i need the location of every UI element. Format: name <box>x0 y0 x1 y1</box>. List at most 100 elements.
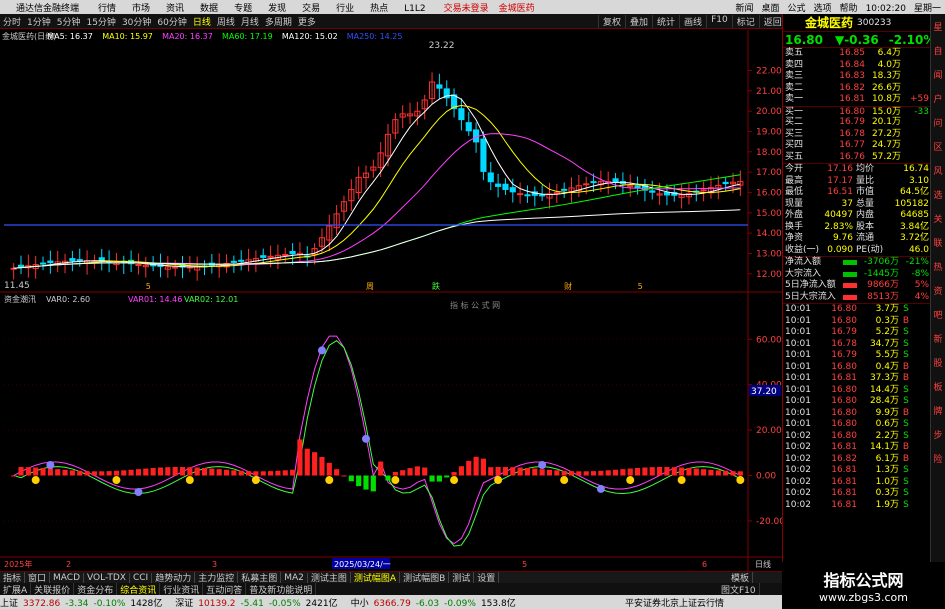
stat-row: 今开 17.16 均价 16.74 <box>783 164 930 176</box>
side-tool-icon[interactable]: 自 <box>931 38 945 62</box>
info-tab[interactable]: 关联报价 <box>31 583 75 595</box>
side-tool-icon[interactable]: 新 <box>931 326 945 350</box>
info-tab[interactable]: 互动问答 <box>203 583 247 595</box>
menu-item[interactable]: 市场 <box>132 4 150 14</box>
side-tool-icon[interactable]: 区 <box>931 134 945 158</box>
histogram-bar <box>539 469 545 476</box>
book-row[interactable]: 买三 16.78 27.2万 <box>783 129 930 141</box>
indicator-tab[interactable]: 测试幅图A <box>351 572 401 583</box>
indicator-tab[interactable]: MACD <box>50 572 85 583</box>
menu-item[interactable]: 行业 <box>336 4 354 14</box>
histogram-bar <box>231 470 237 476</box>
period-tab[interactable]: 日线 <box>190 15 214 28</box>
book-row[interactable]: 卖一 16.81 10.8万 +59 <box>783 94 930 106</box>
indicator-tab[interactable]: 测试 <box>449 572 475 583</box>
side-tool-icon[interactable]: 股 <box>931 350 945 374</box>
period-tab[interactable]: 30分钟 <box>119 15 154 28</box>
side-tool-icon[interactable]: 板 <box>931 374 945 398</box>
chart-tools: 复权 叠加 统计 画线 F10 标记 返回 <box>598 14 786 28</box>
indicator-tab[interactable]: 主力监控 <box>195 572 239 583</box>
template-button[interactable]: 模板 <box>728 572 754 583</box>
book-row[interactable]: 买二 16.79 20.1万 <box>783 117 930 129</box>
menu-item[interactable]: 交易 <box>302 4 320 14</box>
book-row[interactable]: 卖五 16.85 6.4万 <box>783 48 930 60</box>
period-tab[interactable]: 周线 <box>214 15 238 28</box>
book-row[interactable]: 买四 16.77 24.7万 <box>783 140 930 152</box>
side-tool-icon[interactable]: 险 <box>931 446 945 470</box>
side-tool-icon[interactable]: 吧 <box>931 302 945 326</box>
stat-value: 0.090 <box>827 244 853 255</box>
book-row[interactable]: 卖二 16.82 26.6万 <box>783 83 930 95</box>
tool-button[interactable]: F10 <box>706 14 732 28</box>
info-tab[interactable]: 扩展A <box>0 583 32 595</box>
period-tab[interactable]: 60分钟 <box>154 15 189 28</box>
window-menu-item[interactable]: 公式 <box>788 4 806 14</box>
histogram-bar <box>532 468 538 476</box>
tick-list[interactable]: 10:01 16.80 3.7万 S 10:01 16.80 0.3万 B 10:01 16.79… <box>783 303 930 511</box>
tool-button[interactable]: 叠加 <box>625 14 652 28</box>
window-menu-item[interactable]: 选项 <box>814 4 832 14</box>
side-tool-icon[interactable]: 选 <box>931 182 945 206</box>
side-tool-icon[interactable]: 星 <box>931 14 945 38</box>
menu-item[interactable]: 热点 <box>370 4 388 14</box>
indicator-tab[interactable]: 指标 <box>0 572 26 583</box>
side-tool-icon[interactable]: 关 <box>931 206 945 230</box>
side-tool-icon[interactable]: 牌 <box>931 398 945 422</box>
period-tab[interactable]: 月线 <box>238 15 262 28</box>
info-tab[interactable]: 普及新功能说明 <box>246 583 317 595</box>
period-tab[interactable]: 5分钟 <box>54 15 84 28</box>
indicator-tab[interactable]: 窗口 <box>25 572 51 583</box>
kline-chart[interactable]: 22.0021.0020.0019.0018.0017.0016.0015.00… <box>0 30 785 571</box>
indicator-tab[interactable]: CCI <box>130 572 153 583</box>
info-tab[interactable]: 行业资讯 <box>160 583 204 595</box>
menu-item[interactable]: 数据 <box>200 4 218 14</box>
period-tab[interactable]: 15分钟 <box>83 15 118 28</box>
index-quote[interactable]: 中小 6366.79 -6.03 -0.09% 153.8亿 <box>351 596 521 609</box>
menu-item[interactable]: 资讯 <box>166 4 184 14</box>
window-menu-item[interactable]: 帮助 <box>840 4 858 14</box>
side-tool-icon[interactable]: 风 <box>931 158 945 182</box>
login-alert[interactable]: 交易未登录 <box>444 1 489 14</box>
info-tab[interactable]: 综合资讯 <box>117 583 161 595</box>
stock-alert[interactable]: 金城医药 <box>499 1 535 14</box>
indicator-tab[interactable]: 测试主图 <box>308 572 351 583</box>
main-legend-ma20: MA20: 16.37 <box>162 32 213 41</box>
indicator-tab[interactable]: 测试幅图B <box>400 572 450 583</box>
period-tab[interactable]: 更多 <box>295 15 319 28</box>
menu-item[interactable]: 发现 <box>268 4 286 14</box>
book-row[interactable]: 卖三 16.83 18.3万 <box>783 71 930 83</box>
side-tool-icon[interactable]: 热 <box>931 254 945 278</box>
chart-area[interactable]: 22.00 21.00 20.00 19.00 18.00 17.00 16.00 15.00… <box>0 30 785 571</box>
indicator-tab[interactable]: VOL-TDX <box>84 572 130 583</box>
period-tab[interactable]: 多周期 <box>262 15 295 28</box>
window-menu-item[interactable]: 桌面 <box>762 4 780 14</box>
tool-button[interactable]: 复权 <box>598 14 625 28</box>
tool-button[interactable]: 标记 <box>731 14 759 28</box>
menu-item[interactable]: L1L2 <box>404 4 425 14</box>
tool-button[interactable]: 统计 <box>652 14 679 28</box>
period-tab[interactable]: 分时 <box>0 15 24 28</box>
side-tool-icon[interactable]: 问 <box>931 110 945 134</box>
book-row[interactable]: 买五 16.76 57.2万 <box>783 152 930 164</box>
side-tool-icon[interactable]: 步 <box>931 422 945 446</box>
menu-item[interactable]: 行情 <box>98 4 116 14</box>
side-tool-icon[interactable]: 闻 <box>931 62 945 86</box>
info-tab[interactable]: 资金分布 <box>74 583 118 595</box>
period-tab[interactable]: 1分钟 <box>24 15 54 28</box>
tool-button[interactable]: 画线 <box>679 14 706 28</box>
side-tool-icon[interactable]: 资 <box>931 278 945 302</box>
side-tool-icon[interactable]: 户 <box>931 86 945 110</box>
book-row[interactable]: 买一 16.80 15.0万 -33 <box>783 105 930 118</box>
tick-price: 16.80 <box>831 315 857 326</box>
side-tool-icon[interactable]: 联 <box>931 230 945 254</box>
index-quote[interactable]: 深证 10139.2 -5.41 -0.05% 2421亿 <box>175 596 342 609</box>
book-row[interactable]: 卖四 16.84 4.0万 <box>783 60 930 72</box>
f10-button[interactable]: 图文F10 <box>718 583 760 595</box>
window-menu-item[interactable]: 新闻 <box>735 4 753 14</box>
indicator-tab[interactable]: 私募主图 <box>238 572 282 583</box>
menu-item[interactable]: 专题 <box>234 4 252 14</box>
indicator-tab[interactable]: 趋势动力 <box>152 572 196 583</box>
indicator-tab[interactable]: 设置 <box>474 572 500 583</box>
index-quote[interactable]: 上证 3372.86 -3.34 -0.10% 1428亿 <box>0 596 167 609</box>
indicator-tab[interactable]: MA2 <box>281 572 308 583</box>
